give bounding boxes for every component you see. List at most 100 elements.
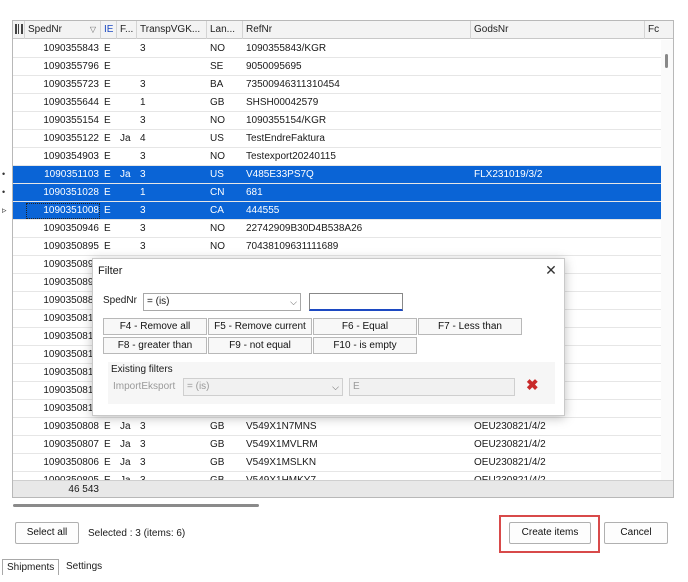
cell-transp: 1 bbox=[140, 97, 146, 108]
cell-spednr: 1090355122 bbox=[43, 133, 99, 144]
cell-ie: E bbox=[104, 241, 111, 252]
cell-spednr: 1090351103 bbox=[44, 169, 99, 180]
grid-header: SpedNr ▽ IE F... TranspVGK... Lan... Ref… bbox=[13, 21, 673, 39]
table-row[interactable]: 1090350895 E 3 NO 70438109631111689 bbox=[13, 238, 661, 256]
table-row[interactable]: 1090355723 E 3 BA 73500946311310454 bbox=[13, 76, 661, 94]
col-header-godsnr[interactable]: GodsNr bbox=[471, 21, 645, 39]
cell-f bbox=[117, 238, 137, 256]
cell-spednr: 1090350808 bbox=[43, 421, 99, 432]
table-row[interactable]: 1090355644 E 1 GB SHSH00042579 bbox=[13, 94, 661, 112]
cell-ref: V549X1MVLRM bbox=[246, 439, 318, 450]
cell-ie: E bbox=[104, 43, 111, 54]
cell-spednr: 1090350810 bbox=[43, 403, 99, 414]
cell-ref: 1090355843/KGR bbox=[246, 43, 327, 54]
vertical-scrollbar[interactable] bbox=[661, 40, 673, 480]
cell-f bbox=[117, 58, 137, 76]
filter-field-label: SpedNr bbox=[103, 295, 137, 306]
cell-transp: 3 bbox=[140, 421, 146, 432]
filter-dialog: Filter ✕ SpedNr = (is) ⌵ F4 - Remove all… bbox=[92, 258, 565, 416]
close-icon[interactable]: ✕ bbox=[544, 263, 558, 277]
table-row[interactable]: 1090351103 E Ja 3 US V485E33PS7Q FLX231019/3/2 bbox=[13, 166, 661, 184]
col-header-ie[interactable]: IE bbox=[101, 21, 117, 39]
cell-lan: NO bbox=[210, 43, 225, 54]
filter-funnel-icon[interactable]: ▽ bbox=[90, 21, 96, 39]
col-header-f[interactable]: F... bbox=[117, 21, 137, 39]
not-equal-button[interactable]: F9 - not equal bbox=[208, 337, 312, 354]
cell-spednr: 1090355644 bbox=[43, 97, 99, 108]
equal-button[interactable]: F6 - Equal bbox=[313, 318, 417, 335]
table-row[interactable]: 1090355796 E SE 9050095695 bbox=[13, 58, 661, 76]
remove-all-button[interactable]: F4 - Remove all bbox=[103, 318, 207, 335]
cell-ref: V549X1HMKY7 bbox=[243, 472, 471, 480]
operator-select[interactable]: = (is) ⌵ bbox=[143, 293, 301, 311]
cell-ie: E bbox=[104, 133, 111, 144]
cell-lan: SE bbox=[210, 61, 224, 72]
greater-than-button[interactable]: F8 - greater than bbox=[103, 337, 207, 354]
horizontal-scroll-thumb[interactable] bbox=[13, 504, 259, 507]
table-row[interactable]: 1090355154 E 3 NO 1090355154/KGR bbox=[13, 112, 661, 130]
cell-gods bbox=[471, 112, 645, 130]
row-marker-icon: • bbox=[2, 187, 6, 197]
cell-f bbox=[117, 184, 137, 202]
table-row[interactable]: 1090355843 E 3 NO 1090355843/KGR bbox=[13, 40, 661, 58]
vertical-scroll-thumb[interactable] bbox=[665, 54, 668, 68]
cell-spednr: 1090354903 bbox=[43, 151, 99, 162]
cell-spednr: 1090350805 bbox=[25, 472, 101, 480]
cell-transp: 3 bbox=[140, 79, 146, 90]
table-row[interactable]: 1090355122 E Ja 4 US TestEndreFaktura bbox=[13, 130, 661, 148]
cell-f: Ja bbox=[120, 133, 131, 144]
cell-f bbox=[117, 202, 137, 220]
cell-f bbox=[117, 148, 137, 166]
cell-ie: E bbox=[104, 187, 111, 198]
tab-settings[interactable]: Settings bbox=[62, 559, 106, 575]
cell-gods: OEU230821/4/2 bbox=[474, 439, 546, 450]
cell-ref: V549X1N7MNS bbox=[246, 421, 317, 432]
cell-gods bbox=[471, 58, 645, 76]
col-header-transp[interactable]: TranspVGK... bbox=[137, 21, 207, 39]
cell-f: Ja bbox=[120, 439, 131, 450]
cell-f bbox=[117, 112, 137, 130]
table-row[interactable]: 1090350806 E Ja 3 GB V549X1MSLKN OEU230821/4/2 bbox=[13, 454, 661, 472]
cell-lan: NO bbox=[210, 241, 225, 252]
cell-ie: E bbox=[104, 79, 111, 90]
col-header-spednr[interactable]: SpedNr ▽ bbox=[25, 21, 101, 39]
tab-shipments[interactable]: Shipments bbox=[2, 559, 60, 575]
table-row[interactable]: 1090350808 E Ja 3 GB V549X1N7MNS OEU230821/4/2 bbox=[13, 418, 661, 436]
cell-spednr: 1090350946 bbox=[43, 223, 99, 234]
cell-f bbox=[117, 40, 137, 58]
col-header-lan[interactable]: Lan... bbox=[207, 21, 243, 39]
cell-ref: 70438109631111689 bbox=[246, 241, 339, 252]
table-row[interactable]: 1090351008 E 3 CA 444555 bbox=[13, 202, 661, 220]
remove-filter-icon[interactable]: ✖ bbox=[526, 378, 539, 393]
cell-spednr: 1090355154 bbox=[43, 115, 99, 126]
cell-spednr: 1090351008 bbox=[25, 202, 101, 220]
cell-ie: E bbox=[104, 169, 111, 180]
cell-lan: NO bbox=[210, 115, 225, 126]
col-header-fc[interactable]: Fc bbox=[645, 21, 673, 39]
table-row[interactable]: 1090350946 E 3 NO 22742909B30D4B538A26 bbox=[13, 220, 661, 238]
cell-ie: E bbox=[104, 151, 111, 162]
select-all-button[interactable]: Select all bbox=[15, 522, 79, 544]
is-empty-button[interactable]: F10 - is empty bbox=[313, 337, 417, 354]
cell-gods bbox=[471, 130, 645, 148]
less-than-button[interactable]: F7 - Less than bbox=[418, 318, 522, 335]
cell-gods bbox=[471, 148, 645, 166]
table-row[interactable]: 1090354903 E 3 NO Testexport20240115 bbox=[13, 148, 661, 166]
filter-value-input[interactable] bbox=[309, 293, 403, 311]
table-row[interactable]: 1090350807 E Ja 3 GB V549X1MVLRM OEU230821/4/2 bbox=[13, 436, 661, 454]
cancel-button[interactable]: Cancel bbox=[604, 522, 668, 544]
table-row[interactable]: 1090350805EJa3GBV549X1HMKY7OEU230821/4/2 bbox=[13, 472, 661, 480]
remove-current-button[interactable]: F5 - Remove current bbox=[208, 318, 312, 335]
create-items-button[interactable]: Create items bbox=[509, 522, 591, 544]
cell-ref: V549X1MSLKN bbox=[246, 457, 317, 468]
cell-f: Ja bbox=[120, 421, 131, 432]
cell-spednr: 1090355723 bbox=[43, 79, 99, 90]
cell-spednr: 1090355843 bbox=[43, 43, 99, 54]
cell-spednr: 1090350813 bbox=[43, 367, 99, 378]
column-chooser[interactable] bbox=[13, 21, 25, 39]
col-header-refnr[interactable]: RefNr bbox=[243, 21, 471, 39]
cell-gods bbox=[471, 184, 645, 202]
cell-lan: GB bbox=[210, 457, 225, 468]
cell-transp: 3 bbox=[140, 223, 146, 234]
table-row[interactable]: 1090351028 E 1 CN 681 bbox=[13, 184, 661, 202]
